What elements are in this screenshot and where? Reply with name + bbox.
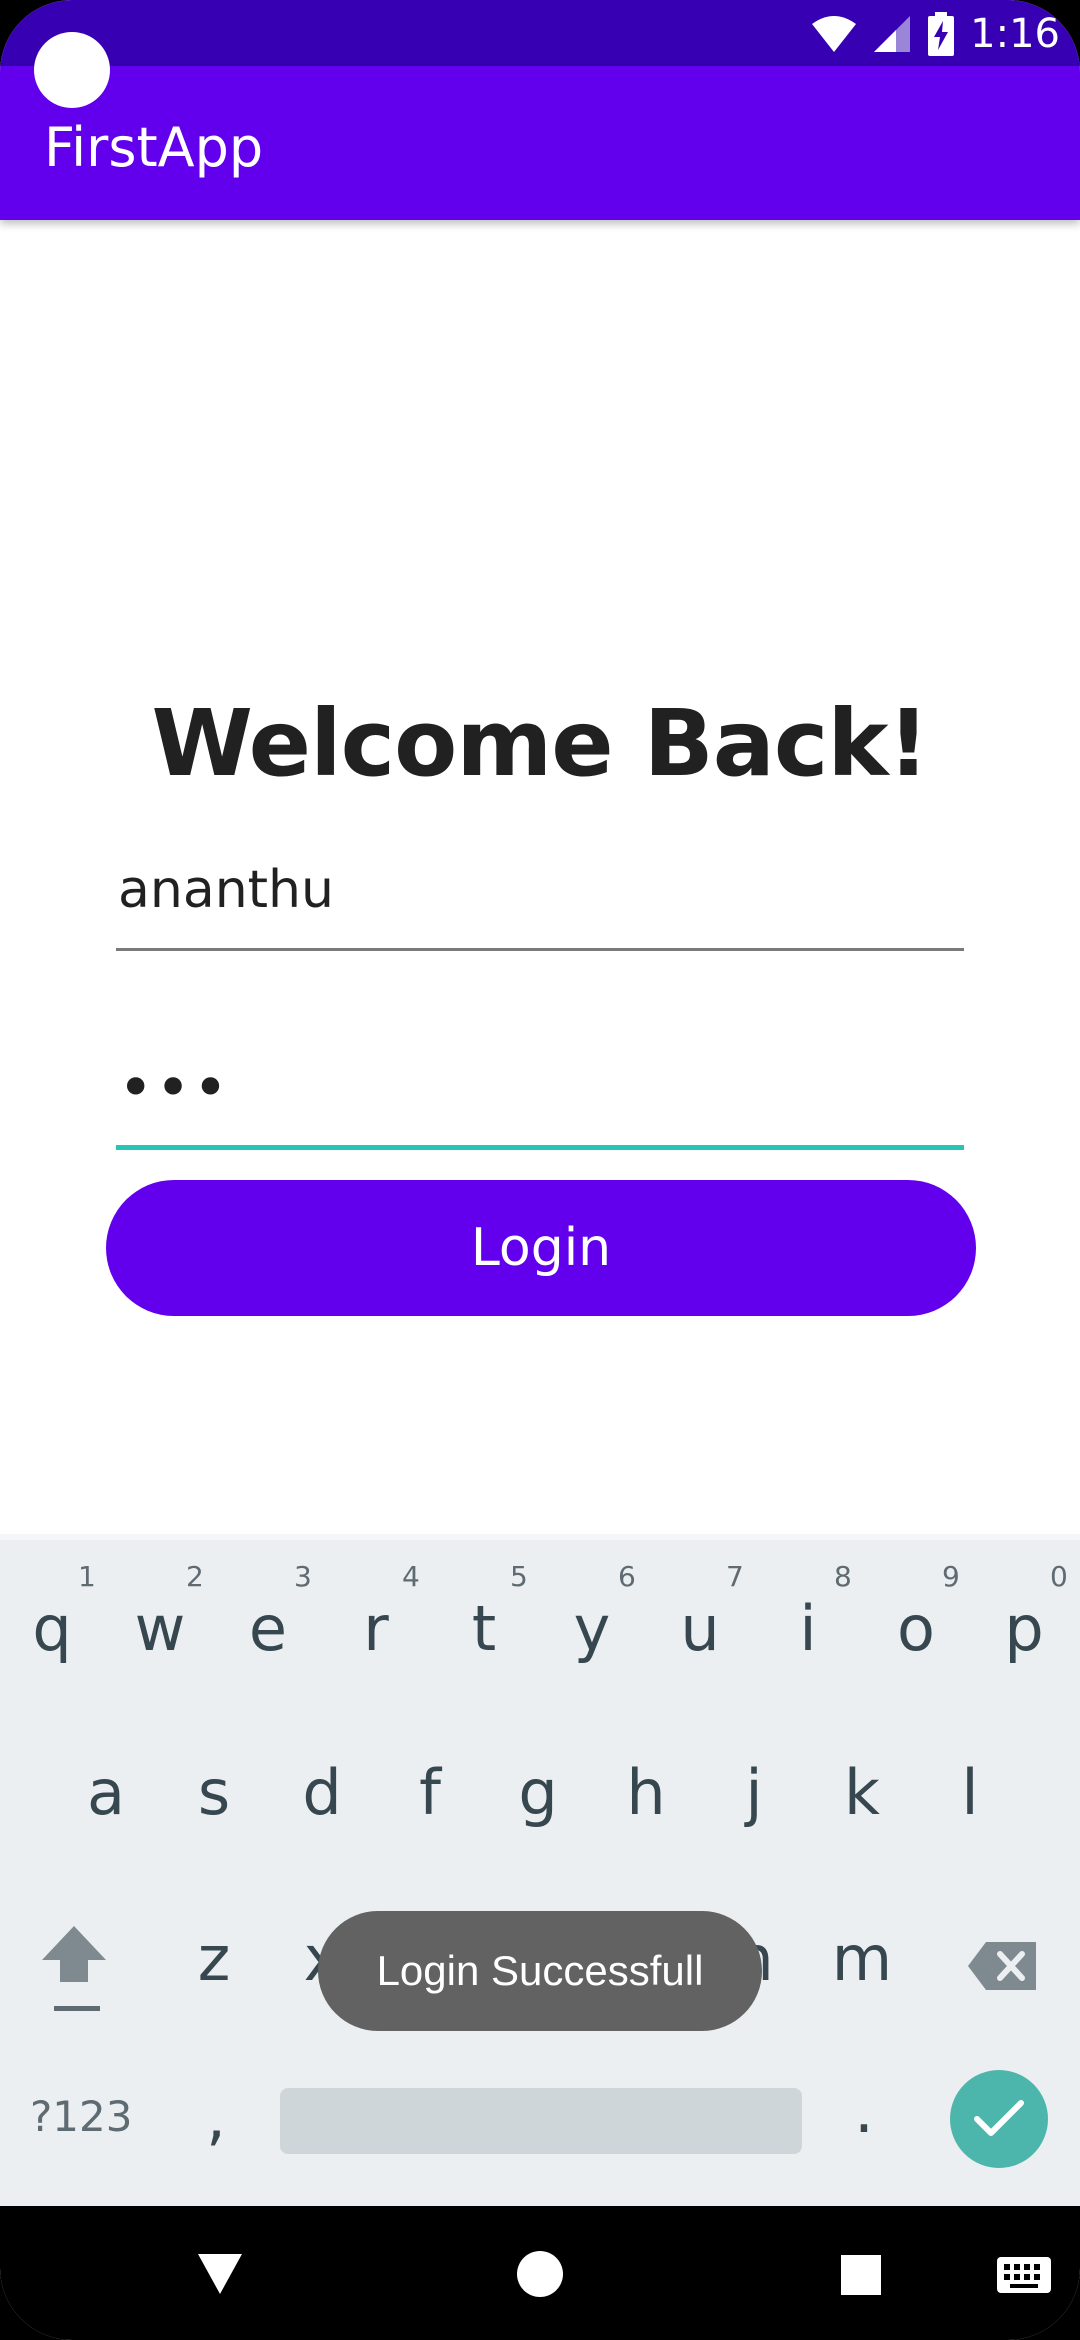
key-hint: 1 [78, 1560, 96, 1593]
key-k[interactable]: k [812, 1756, 912, 1829]
key-hint: 6 [618, 1560, 636, 1593]
key-l[interactable]: l [920, 1756, 1020, 1829]
wifi-icon [812, 16, 857, 52]
key-hint: 8 [834, 1560, 852, 1593]
recents-icon[interactable] [840, 2254, 882, 2296]
back-icon[interactable] [196, 2252, 244, 2296]
app-title: FirstApp [44, 116, 264, 179]
toast-message: Login Successfull [318, 1911, 762, 2031]
battery-charging-icon [928, 12, 955, 56]
key-z[interactable]: z [164, 1922, 264, 1995]
key-o[interactable]: o [866, 1592, 966, 1665]
welcome-heading: Welcome Back! [151, 690, 929, 797]
key-j[interactable]: j [704, 1756, 804, 1829]
key-y[interactable]: y [542, 1592, 642, 1665]
key-g[interactable]: g [488, 1756, 588, 1829]
home-icon[interactable] [516, 2250, 564, 2298]
status-bar: 1:16 [0, 0, 1080, 66]
key-s[interactable]: s [164, 1756, 264, 1829]
key-a[interactable]: a [56, 1756, 156, 1829]
keyboard-switch-icon[interactable] [996, 2256, 1052, 2294]
key-e[interactable]: e [218, 1592, 318, 1665]
login-button[interactable]: Login [106, 1180, 976, 1316]
key-f[interactable]: f [380, 1756, 480, 1829]
phone-screen: 1:16 FirstApp Welcome Back! ananthu ••• … [0, 0, 1080, 2340]
key-hint: 7 [726, 1560, 744, 1593]
username-value: ananthu [118, 860, 334, 920]
key-hint: 5 [510, 1560, 528, 1593]
status-time: 1:16 [970, 11, 1060, 57]
key-u[interactable]: u [650, 1592, 750, 1665]
app-bar: FirstApp [0, 66, 1080, 220]
key-d[interactable]: d [272, 1756, 372, 1829]
key-m[interactable]: m [812, 1922, 912, 1995]
shift-icon[interactable] [36, 1920, 112, 2020]
password-value: ••• [118, 1053, 231, 1123]
username-field[interactable]: ananthu [116, 850, 964, 951]
toast-text: Login Successfull [376, 1947, 704, 1994]
key-i[interactable]: i [758, 1592, 858, 1665]
key-r[interactable]: r [326, 1592, 426, 1665]
status-icons: 1:16 [810, 8, 1060, 60]
key-q[interactable]: q [2, 1592, 102, 1665]
period-key[interactable]: . [814, 2074, 914, 2147]
key-hint: 9 [942, 1560, 960, 1593]
password-field[interactable]: ••• [116, 1045, 964, 1150]
front-camera-cutout [34, 32, 110, 108]
key-hint: 2 [186, 1560, 204, 1593]
symbols-key[interactable]: ?123 [30, 2092, 132, 2141]
key-hint: 3 [294, 1560, 312, 1593]
navigation-bar [0, 2206, 1080, 2340]
key-h[interactable]: h [596, 1756, 696, 1829]
backspace-icon[interactable] [966, 1940, 1038, 1992]
comma-key[interactable]: , [166, 2080, 266, 2153]
key-hint: 0 [1050, 1560, 1068, 1593]
key-t[interactable]: t [434, 1592, 534, 1665]
cellular-signal-icon [874, 16, 911, 52]
key-hint: 4 [402, 1560, 420, 1593]
key-p[interactable]: p [974, 1592, 1074, 1665]
space-bar[interactable] [280, 2088, 802, 2154]
key-w[interactable]: w [110, 1592, 210, 1665]
enter-check-icon [974, 2100, 1024, 2136]
enter-key[interactable] [950, 2070, 1048, 2168]
login-button-label: Login [470, 1218, 612, 1278]
soft-keyboard: 1 q 2 w 3 e 4 r 5 t 6 y 7 u 8 i 9 o 0 p … [0, 1534, 1080, 2214]
